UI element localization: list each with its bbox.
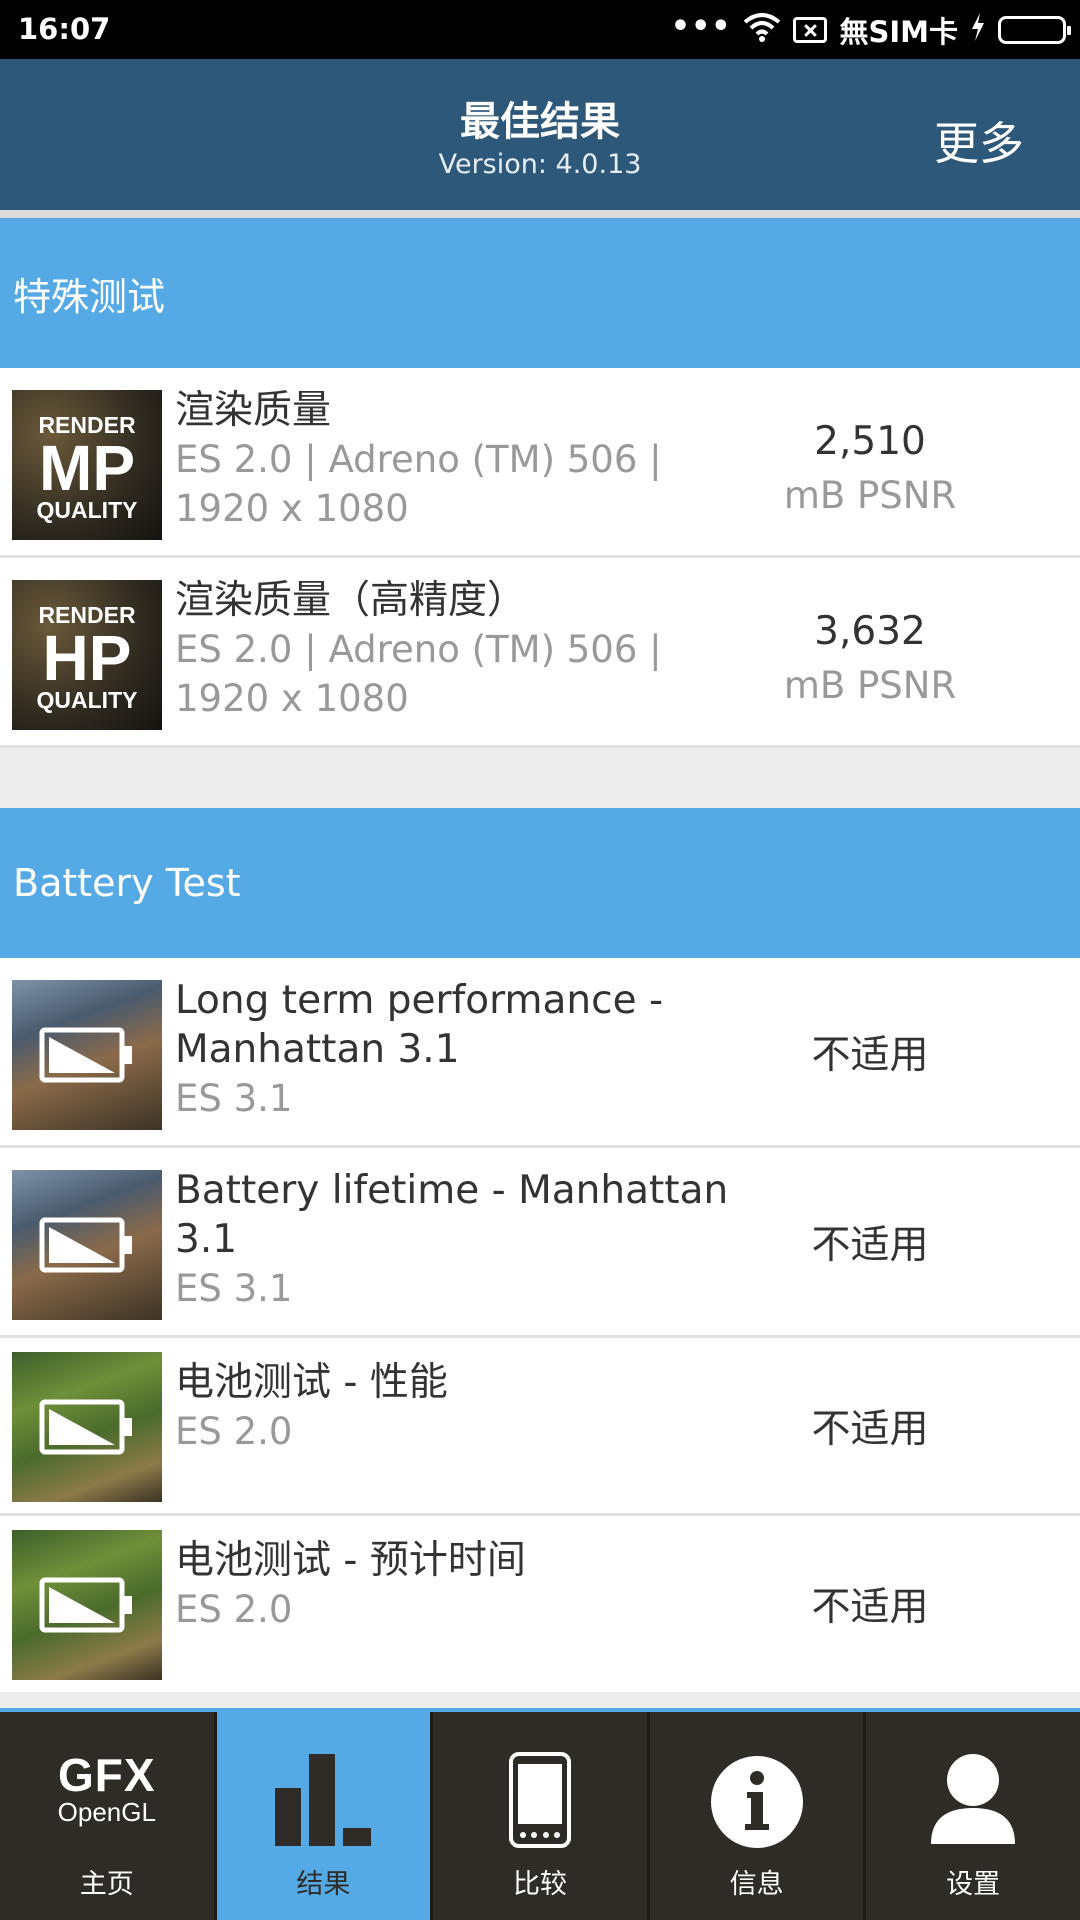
- test-spec: ES 2.0: [175, 1588, 293, 1631]
- score-unit: mB PSNR: [783, 474, 957, 517]
- app-bar: 最佳结果 Version: 4.0.13 更多: [0, 59, 1080, 210]
- render-quality-mp-thumbnail: RENDER MP QUALITY: [12, 390, 162, 540]
- test-spec: ES 3.1: [175, 1267, 293, 1310]
- test-spec: ES 3.1: [175, 1077, 293, 1120]
- test-result: 不适用: [811, 1032, 929, 1078]
- manhattan-battery-thumbnail: [12, 1170, 162, 1320]
- score-unit: mB PSNR: [783, 664, 957, 707]
- result-row-render-hp[interactable]: RENDER HP QUALITY 渲染质量（高精度） ES 2.0 | Adr…: [0, 558, 1080, 748]
- test-info: 电池测试 - 性能 ES 2.0: [175, 1358, 735, 1456]
- test-info: 渲染质量 ES 2.0 | Adreno (TM) 506 | 1920 x 1…: [175, 386, 735, 533]
- trex-battery-thumbnail: [12, 1530, 162, 1680]
- test-name: Battery lifetime - Manhattan: [175, 1168, 729, 1213]
- wifi-icon: [743, 12, 781, 49]
- more-dots-icon: •••: [670, 8, 732, 44]
- render-quality-hp-thumbnail: RENDER HP QUALITY: [12, 580, 162, 730]
- test-info: 渲染质量（高精度） ES 2.0 | Adreno (TM) 506 | 192…: [175, 576, 735, 723]
- section-header-battery: Battery Test: [0, 808, 1080, 958]
- nav-label: 结果: [296, 1869, 351, 1900]
- page-title: 最佳结果: [460, 99, 620, 145]
- bar-chart-icon: [275, 1754, 372, 1850]
- test-result: 不适用: [811, 1406, 929, 1452]
- carrier-label: 無SIM卡: [839, 15, 958, 49]
- nav-label: 比较: [512, 1869, 567, 1900]
- result-row-battery-performance[interactable]: 电池测试 - 性能 ES 2.0 不适用: [0, 1338, 1080, 1516]
- info-icon: [710, 1756, 803, 1852]
- app-bar-divider: [0, 210, 1080, 218]
- nav-item-info[interactable]: 信息: [650, 1712, 867, 1920]
- test-info: Long term performance - Manhattan 3.1 ES…: [175, 976, 735, 1123]
- no-sim-icon: [793, 17, 828, 43]
- test-resolution: 1920 x 1080: [175, 677, 409, 720]
- status-time: 16:07: [18, 12, 111, 46]
- result-row-long-term-performance[interactable]: Long term performance - Manhattan 3.1 ES…: [0, 958, 1080, 1148]
- nav-label: 设置: [946, 1869, 1001, 1900]
- test-name: 电池测试 - 预计时间: [175, 1538, 526, 1583]
- test-spec: ES 2.0 | Adreno (TM) 506 |: [175, 438, 662, 481]
- test-result: 不适用: [811, 1222, 929, 1268]
- score-value: 3,632: [814, 609, 926, 654]
- test-info: Battery lifetime - Manhattan 3.1 ES 3.1: [175, 1166, 735, 1313]
- test-spec: ES 2.0 | Adreno (TM) 506 |: [175, 628, 662, 671]
- result-row-render-mp[interactable]: RENDER MP QUALITY 渲染质量 ES 2.0 | Adreno (…: [0, 368, 1080, 558]
- nav-label: 主页: [79, 1869, 134, 1900]
- test-name: 电池测试 - 性能: [175, 1360, 448, 1405]
- battery-outline-icon: [39, 1027, 132, 1083]
- test-info: 电池测试 - 预计时间 ES 2.0: [175, 1536, 735, 1634]
- battery-outline-icon: [39, 1399, 132, 1455]
- test-name-cont: Manhattan 3.1: [175, 1027, 460, 1072]
- test-spec: ES 2.0: [175, 1410, 293, 1453]
- gfx-opengl-logo: GFX OpenGL: [57, 1749, 156, 1827]
- bottom-nav: GFX OpenGL 主页 结果 比较 信息 设置: [0, 1708, 1080, 1920]
- test-score: 2,510 mB PSNR: [750, 414, 990, 522]
- nav-item-compare[interactable]: 比较: [433, 1712, 650, 1920]
- test-name-cont: 3.1: [175, 1217, 238, 1262]
- battery-outline-icon: [39, 1217, 132, 1273]
- status-bar: 16:07 ••• 無SIM卡: [0, 0, 1080, 59]
- trex-battery-thumbnail: [12, 1352, 162, 1502]
- result-row-battery-estimated-time[interactable]: 电池测试 - 预计时间 ES 2.0 不适用: [0, 1516, 1080, 1692]
- test-name: 渲染质量（高精度）: [175, 578, 527, 623]
- phone-icon: [508, 1752, 571, 1852]
- test-name: Long term performance -: [175, 978, 664, 1023]
- section-gap: [0, 748, 1080, 808]
- manhattan-battery-thumbnail: [12, 980, 162, 1130]
- nav-item-home[interactable]: GFX OpenGL 主页: [0, 1712, 217, 1920]
- user-icon: [931, 1754, 1016, 1848]
- battery-icon: [998, 16, 1071, 44]
- test-resolution: 1920 x 1080: [175, 487, 409, 530]
- result-row-battery-lifetime[interactable]: Battery lifetime - Manhattan 3.1 ES 3.1 …: [0, 1148, 1080, 1338]
- score-value: 2,510: [814, 419, 926, 464]
- test-name: 渲染质量: [175, 388, 332, 433]
- nav-label: 信息: [729, 1869, 784, 1900]
- charging-icon: [970, 12, 986, 48]
- test-result: 不适用: [811, 1585, 929, 1630]
- nav-item-results[interactable]: 结果: [216, 1712, 434, 1920]
- more-button[interactable]: 更多: [934, 107, 1024, 172]
- version-label: Version: 4.0.13: [438, 149, 642, 180]
- status-icons: ••• 無SIM卡: [670, 8, 1071, 52]
- results-list[interactable]: 特殊测试 RENDER MP QUALITY 渲染质量 ES 2.0 | Adr…: [0, 218, 1080, 1692]
- test-score: 3,632 mB PSNR: [750, 604, 990, 712]
- section-header-special: 特殊测试: [0, 218, 1080, 368]
- battery-outline-icon: [39, 1577, 132, 1633]
- nav-item-settings[interactable]: 设置: [866, 1712, 1080, 1920]
